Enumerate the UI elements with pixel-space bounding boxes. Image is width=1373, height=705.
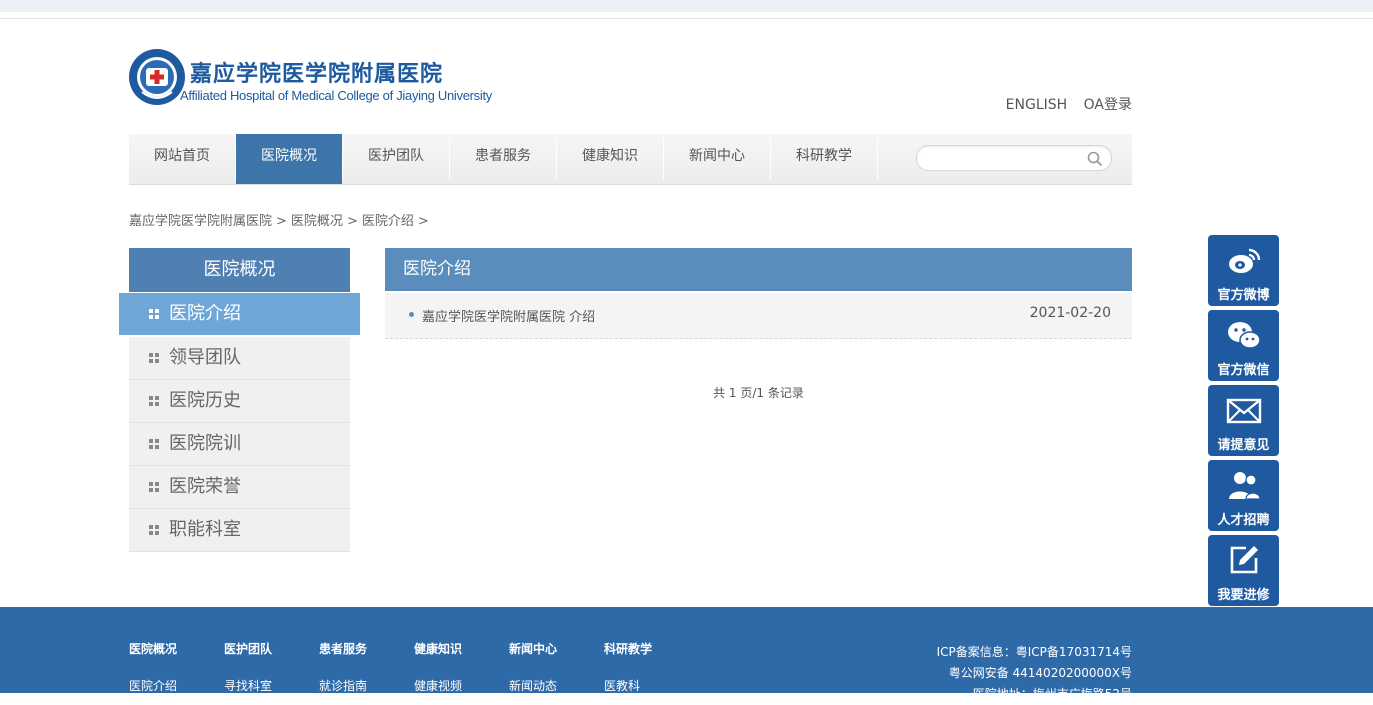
float-button-label: 请提意见 — [1217, 438, 1270, 453]
mail-icon — [1226, 398, 1262, 424]
footer-info: ICP备案信息：粤ICP备17031714号 粤公网安备 44140202000… — [937, 642, 1132, 705]
hospital-logo[interactable]: 嘉应学院医学院附属医院 Affiliated Hospital of Medic… — [128, 46, 492, 110]
footer-column: 科研教学 医教科 — [604, 640, 652, 694]
nav-health-knowledge[interactable]: 健康知识 — [557, 134, 663, 184]
wechat-button[interactable]: 官方微信 — [1208, 310, 1279, 381]
nav-separator — [877, 138, 878, 180]
top-links: ENGLISH OA登录 — [994, 94, 1132, 114]
breadcrumb-separator: > — [276, 214, 287, 229]
sidebar-item-label: 医院荣誉 — [169, 476, 241, 497]
grid-dots-icon — [149, 309, 159, 319]
float-button-label: 官方微博 — [1217, 288, 1270, 303]
search-icon[interactable] — [1087, 151, 1103, 167]
divider — [0, 18, 1373, 19]
nav-news-center[interactable]: 新闻中心 — [664, 134, 770, 184]
footer-link[interactable]: 就诊指南 — [319, 677, 367, 694]
footer-link[interactable]: 健康视频 — [414, 677, 462, 694]
article-row: 嘉应学院医学院附属医院 介绍 2021-02-20 — [385, 293, 1132, 339]
sidebar-item-label: 领导团队 — [169, 347, 241, 368]
content-title: 医院介绍 — [403, 259, 471, 279]
grid-dots-icon — [149, 482, 159, 492]
float-button-label: 官方微信 — [1217, 363, 1270, 378]
article-date: 2021-02-20 — [1029, 305, 1111, 321]
weibo-button[interactable]: 官方微博 — [1208, 235, 1279, 306]
icp-info: ICP备案信息：粤ICP备17031714号 — [936, 645, 1132, 659]
footer-column: 新闻中心 新闻动态 — [509, 640, 557, 694]
feedback-button[interactable]: 请提意见 — [1208, 385, 1279, 456]
breadcrumb-separator: > — [346, 214, 358, 229]
footer-column: 医护团队 寻找科室 — [224, 640, 272, 694]
sidebar-item-honors[interactable]: 医院荣誉 — [129, 466, 350, 509]
logo-chinese-name: 嘉应学院医学院附属医院 — [190, 61, 444, 87]
footer-column: 健康知识 健康视频 — [414, 640, 462, 694]
pagination-info: 共 1 页/1 条记录 — [713, 386, 804, 400]
sidebar-item-label: 医院历史 — [169, 390, 241, 411]
grid-dots-icon — [149, 353, 159, 363]
police-record-info: 粤公网安备 4414020200000X号 — [948, 666, 1132, 680]
sidebar-item-history[interactable]: 医院历史 — [129, 380, 350, 423]
logo-english-name: Affiliated Hospital of Medical College o… — [180, 88, 492, 103]
sidebar-item-hospital-intro[interactable]: 医院介绍 — [119, 293, 360, 335]
sidebar-item-label: 职能科室 — [169, 519, 241, 540]
nav-research-teaching[interactable]: 科研教学 — [771, 134, 877, 184]
footer-column: 医院概况 医院介绍 — [129, 640, 177, 694]
main-nav: 网站首页 医院概况 医护团队 患者服务 健康知识 新闻中心 科研教学 — [129, 134, 1132, 185]
footer-heading[interactable]: 科研教学 — [604, 640, 652, 657]
footer: 医院概况 医院介绍 医护团队 寻找科室 患者服务 就诊指南 健康知识 健康视频 … — [0, 607, 1373, 701]
search-box — [916, 145, 1112, 171]
article-title-link[interactable]: 嘉应学院医学院附属医院 介绍 — [422, 306, 595, 325]
breadcrumb-overview[interactable]: 医院概况 — [291, 214, 343, 229]
oa-login-link[interactable]: OA登录 — [1084, 97, 1132, 113]
footer-heading[interactable]: 医院概况 — [129, 640, 177, 657]
grid-dots-icon — [149, 439, 159, 449]
footer-heading[interactable]: 健康知识 — [414, 640, 462, 657]
sidebar-item-departments[interactable]: 职能科室 — [129, 509, 350, 552]
grid-dots-icon — [149, 525, 159, 535]
hospital-address: 医院地址：梅州市广梅路52号 — [972, 687, 1132, 701]
people-icon — [1229, 472, 1261, 500]
footer-column: 患者服务 就诊指南 — [319, 640, 367, 694]
breadcrumb-separator: > — [417, 214, 429, 229]
hospital-seal-icon — [129, 49, 185, 105]
float-button-label: 我要进修 — [1217, 588, 1270, 603]
wechat-icon — [1228, 322, 1261, 349]
content-title-bar: 医院介绍 — [385, 248, 1132, 291]
nav-home[interactable]: 网站首页 — [129, 134, 235, 184]
footer-heading[interactable]: 患者服务 — [319, 640, 367, 657]
browser-top-strip — [0, 0, 1373, 12]
nav-hospital-overview[interactable]: 医院概况 — [236, 134, 342, 184]
sidebar-title: 医院概况 — [129, 248, 350, 292]
footer-heading[interactable]: 医护团队 — [224, 640, 272, 657]
footer-link[interactable]: 新闻动态 — [509, 677, 557, 694]
grid-dots-icon — [149, 396, 159, 406]
sidebar-item-motto[interactable]: 医院院训 — [129, 423, 350, 466]
search-input[interactable] — [927, 149, 1081, 169]
footer-link[interactable]: 医教科 — [604, 677, 652, 694]
sidebar-item-leadership[interactable]: 领导团队 — [129, 337, 350, 380]
breadcrumb-intro[interactable]: 医院介绍 — [362, 214, 414, 229]
breadcrumb-home[interactable]: 嘉应学院医学院附属医院 — [129, 214, 272, 229]
footer-link[interactable]: 寻找科室 — [224, 677, 272, 694]
footer-link[interactable]: 医院介绍 — [129, 677, 177, 694]
sidebar-item-label: 医院院训 — [169, 433, 241, 454]
weibo-icon — [1229, 248, 1261, 273]
recruitment-button[interactable]: 人才招聘 — [1208, 460, 1279, 531]
bullet-icon — [409, 312, 414, 317]
breadcrumb: 嘉应学院医学院附属医院 > 医院概况 > 医院介绍 > — [129, 210, 433, 229]
training-button[interactable]: 我要进修 — [1208, 535, 1279, 606]
float-button-label: 人才招聘 — [1217, 513, 1270, 528]
sidebar-item-label: 医院介绍 — [169, 303, 241, 324]
footer-heading[interactable]: 新闻中心 — [509, 640, 557, 657]
nav-medical-team[interactable]: 医护团队 — [343, 134, 449, 184]
english-link[interactable]: ENGLISH — [1006, 97, 1068, 113]
nav-patient-service[interactable]: 患者服务 — [450, 134, 556, 184]
edit-icon — [1230, 546, 1258, 574]
